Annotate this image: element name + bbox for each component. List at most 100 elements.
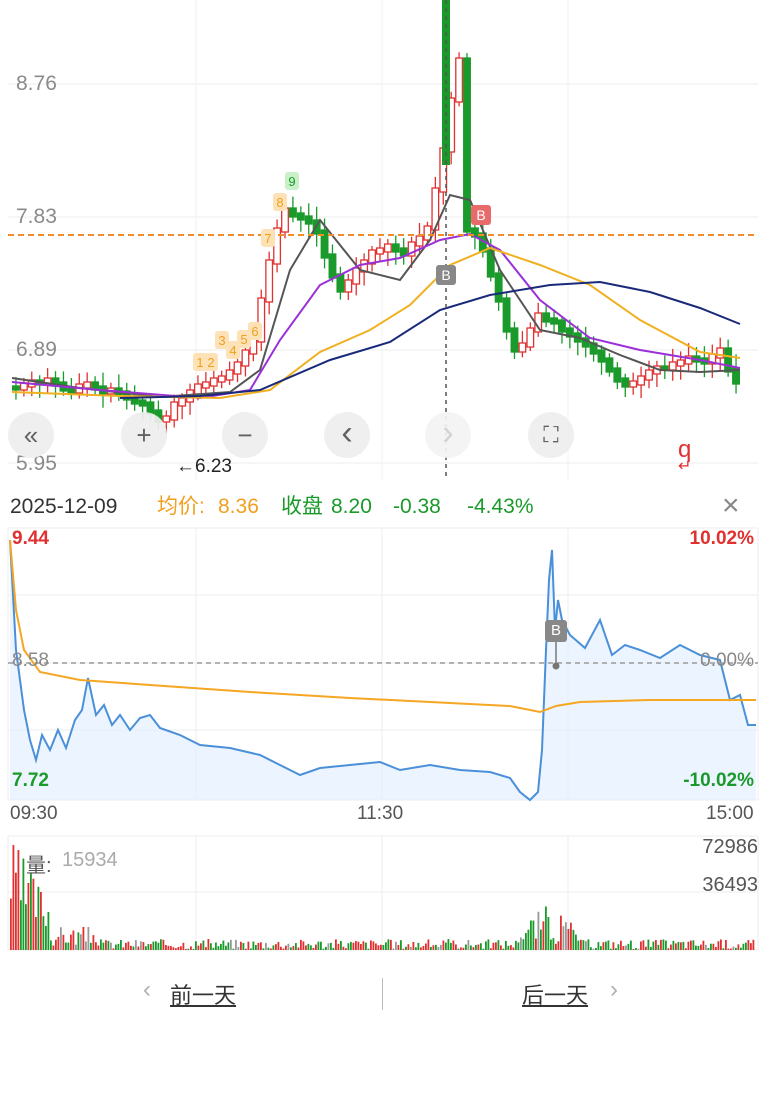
zoom-in-button[interactable]: + bbox=[121, 412, 167, 458]
volume-bar bbox=[710, 943, 712, 950]
volume-bar bbox=[115, 944, 117, 950]
volume-bar bbox=[495, 942, 497, 950]
volume-bar bbox=[730, 948, 732, 950]
prev-day-link[interactable]: 前一天 bbox=[170, 978, 236, 1010]
volume-bar bbox=[640, 941, 642, 950]
volume-bar bbox=[567, 928, 570, 950]
volume-bar bbox=[87, 927, 90, 950]
price-axis-label-2: 7.83 bbox=[16, 205, 57, 228]
candle-body bbox=[281, 207, 289, 233]
volume-bar bbox=[330, 942, 332, 950]
volume-bar bbox=[695, 945, 697, 950]
volume-bar bbox=[720, 939, 722, 950]
volume-bar bbox=[142, 942, 145, 950]
volume-bar bbox=[202, 940, 205, 950]
volume-bar bbox=[30, 873, 32, 950]
candle-body bbox=[225, 369, 234, 381]
volume-bar bbox=[187, 948, 190, 950]
volume-bar bbox=[122, 947, 125, 950]
volume-bar bbox=[260, 942, 262, 950]
volume-bar bbox=[605, 941, 607, 950]
volume-bar bbox=[312, 947, 315, 950]
volume-bar bbox=[195, 941, 197, 950]
scroll-right-button[interactable]: › bbox=[425, 412, 471, 458]
volume-bar bbox=[42, 916, 45, 950]
candle-body bbox=[550, 317, 558, 325]
fullscreen-button[interactable]: ⛶ bbox=[528, 412, 574, 458]
td-label: 4 bbox=[229, 343, 236, 358]
buy-signal-badge: B bbox=[436, 265, 456, 285]
chevron-left-icon: ‹ bbox=[341, 414, 353, 452]
volume-bar bbox=[667, 948, 670, 950]
intraday-high-price: 9.44 bbox=[12, 528, 49, 549]
candle-body bbox=[605, 357, 614, 373]
volume-bar bbox=[127, 941, 130, 950]
volume-bar bbox=[717, 941, 720, 950]
moving-average-line bbox=[11, 232, 741, 400]
volume-bar bbox=[672, 940, 675, 950]
volume-bar bbox=[170, 946, 172, 950]
volume-bar bbox=[277, 942, 280, 950]
volume-bar bbox=[472, 947, 475, 950]
candle-body bbox=[621, 377, 630, 388]
volume-bar bbox=[140, 941, 142, 950]
volume-bar bbox=[340, 941, 342, 950]
candle-body bbox=[645, 369, 653, 381]
scroll-left-fast-button[interactable]: « bbox=[8, 412, 54, 458]
volume-bar bbox=[387, 939, 390, 950]
volume-bar bbox=[572, 929, 575, 950]
volume-bar bbox=[17, 850, 20, 950]
volume-bar bbox=[725, 939, 727, 950]
volume-bar bbox=[462, 947, 465, 950]
volume-bar bbox=[705, 944, 707, 950]
close-icon[interactable]: × bbox=[722, 489, 740, 523]
volume-bar bbox=[745, 942, 747, 950]
volume-bar bbox=[270, 948, 272, 950]
volume-bar bbox=[212, 947, 215, 950]
volume-bar bbox=[382, 944, 385, 950]
volume-bar bbox=[490, 948, 492, 950]
intraday-ref-price: 8.58 bbox=[12, 650, 49, 671]
candle-body bbox=[415, 235, 424, 247]
return-icon[interactable]: q ↵ bbox=[678, 438, 691, 475]
candle-body bbox=[383, 243, 392, 253]
volume-bar bbox=[52, 945, 55, 950]
candle-body bbox=[249, 337, 258, 355]
candle-body bbox=[716, 347, 725, 359]
volume-bar bbox=[45, 925, 47, 950]
volume-bar bbox=[562, 926, 565, 950]
kline-chart[interactable]: 1 23456 7 89 bbox=[0, 0, 768, 485]
volume-bar bbox=[365, 942, 367, 950]
plus-icon: + bbox=[136, 420, 152, 450]
volume-bar bbox=[82, 926, 85, 950]
volume-bar bbox=[355, 941, 357, 950]
volume-bar bbox=[257, 942, 260, 950]
volume-bar bbox=[422, 945, 425, 950]
zoom-out-button[interactable]: − bbox=[222, 412, 268, 458]
intraday-high-pct: 10.02% bbox=[689, 528, 754, 549]
volume-bar bbox=[332, 947, 335, 950]
volume-bar bbox=[662, 939, 665, 950]
volume-bar bbox=[185, 948, 187, 950]
volume-bar bbox=[392, 948, 395, 950]
intraday-chart[interactable] bbox=[0, 520, 768, 810]
candle-body bbox=[526, 327, 535, 348]
volume-bar bbox=[95, 942, 97, 950]
volume-value: 15934 bbox=[62, 849, 118, 871]
volume-bar bbox=[430, 946, 432, 950]
volume-bar bbox=[460, 947, 462, 950]
next-day-link[interactable]: 后一天 bbox=[522, 978, 588, 1010]
volume-bar bbox=[540, 929, 542, 950]
day-info-bar: 2025-12-09 均价: 8.36 收盘 8.20 -0.38 -4.43%… bbox=[0, 489, 768, 524]
volume-bar bbox=[172, 947, 175, 950]
candle-body bbox=[463, 57, 471, 233]
volume-bar bbox=[75, 944, 77, 950]
volume-bar bbox=[560, 915, 562, 950]
scroll-left-button[interactable]: ‹ bbox=[324, 412, 370, 458]
volume-bar bbox=[740, 947, 742, 950]
volume-bar bbox=[655, 940, 657, 950]
td-sequence-labels: 1 23456 7 89 bbox=[193, 172, 299, 371]
volume-bar bbox=[72, 930, 75, 950]
volume-bar bbox=[105, 940, 107, 950]
volume-bar bbox=[737, 944, 740, 950]
